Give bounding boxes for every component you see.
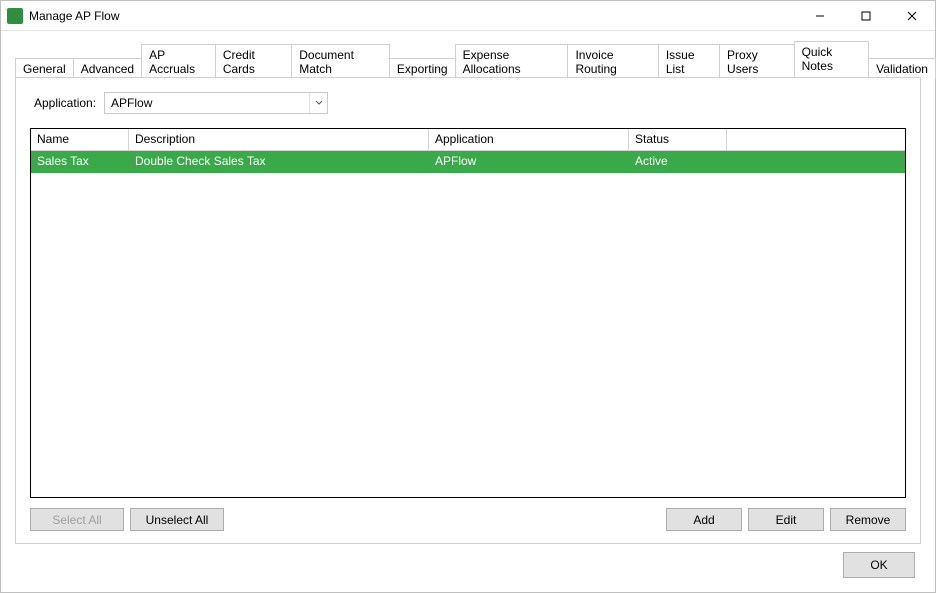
titlebar-left: Manage AP Flow [7, 8, 120, 24]
tab-issue-list[interactable]: Issue List [658, 44, 720, 79]
right-button-group: Add Edit Remove [666, 508, 906, 531]
tab-advanced[interactable]: Advanced [73, 58, 142, 79]
window-title: Manage AP Flow [29, 9, 120, 23]
tab-validation[interactable]: Validation [868, 58, 936, 79]
cell-description: Double Check Sales Tax [129, 151, 429, 173]
left-button-group: Select All Unselect All [30, 508, 224, 531]
cell-status: Active [629, 151, 727, 173]
app-icon [7, 8, 23, 24]
minimize-icon [815, 11, 825, 21]
chevron-down-icon [309, 93, 327, 113]
tab-panel-inner: Application: APFlow Name Description App… [16, 78, 920, 543]
unselect-all-button[interactable]: Unselect All [130, 508, 224, 531]
col-header-name[interactable]: Name [31, 129, 129, 150]
tab-invoice-routing[interactable]: Invoice Routing [567, 44, 658, 79]
col-header-description[interactable]: Description [129, 129, 429, 150]
col-header-spacer [727, 129, 905, 150]
col-header-application[interactable]: Application [429, 129, 629, 150]
remove-button[interactable]: Remove [830, 508, 906, 531]
tab-expense-allocations[interactable]: Expense Allocations [455, 44, 569, 79]
col-header-status[interactable]: Status [629, 129, 727, 150]
tab-ap-accruals[interactable]: AP Accruals [141, 44, 216, 79]
minimize-button[interactable] [797, 1, 843, 31]
notes-grid: Name Description Application Status Sale… [30, 128, 906, 498]
titlebar: Manage AP Flow [1, 1, 935, 31]
select-all-button[interactable]: Select All [30, 508, 124, 531]
cell-spacer [727, 151, 905, 173]
application-label: Application: [34, 96, 96, 110]
ok-button[interactable]: OK [843, 552, 915, 578]
window-controls [797, 1, 935, 30]
maximize-icon [861, 11, 871, 21]
application-row: Application: APFlow [30, 92, 906, 114]
tab-general[interactable]: General [15, 58, 74, 79]
close-icon [907, 11, 917, 21]
tab-panel: Application: APFlow Name Description App… [15, 77, 921, 544]
close-button[interactable] [889, 1, 935, 31]
panel-button-row: Select All Unselect All Add Edit Remove [30, 508, 906, 531]
cell-application: APFlow [429, 151, 629, 173]
tab-document-match[interactable]: Document Match [291, 44, 390, 79]
application-select-value: APFlow [111, 96, 152, 110]
grid-header: Name Description Application Status [31, 129, 905, 151]
tab-quick-notes[interactable]: Quick Notes [794, 41, 870, 78]
grid-body[interactable]: Sales Tax Double Check Sales Tax APFlow … [31, 151, 905, 497]
add-button[interactable]: Add [666, 508, 742, 531]
maximize-button[interactable] [843, 1, 889, 31]
edit-button[interactable]: Edit [748, 508, 824, 531]
cell-name: Sales Tax [31, 151, 129, 173]
tab-credit-cards[interactable]: Credit Cards [215, 44, 292, 79]
table-row[interactable]: Sales Tax Double Check Sales Tax APFlow … [31, 151, 905, 173]
application-select[interactable]: APFlow [104, 92, 328, 114]
tab-proxy-users[interactable]: Proxy Users [719, 44, 795, 79]
tab-exporting[interactable]: Exporting [389, 58, 456, 79]
tabs-row: General Advanced AP Accruals Credit Card… [15, 55, 935, 77]
